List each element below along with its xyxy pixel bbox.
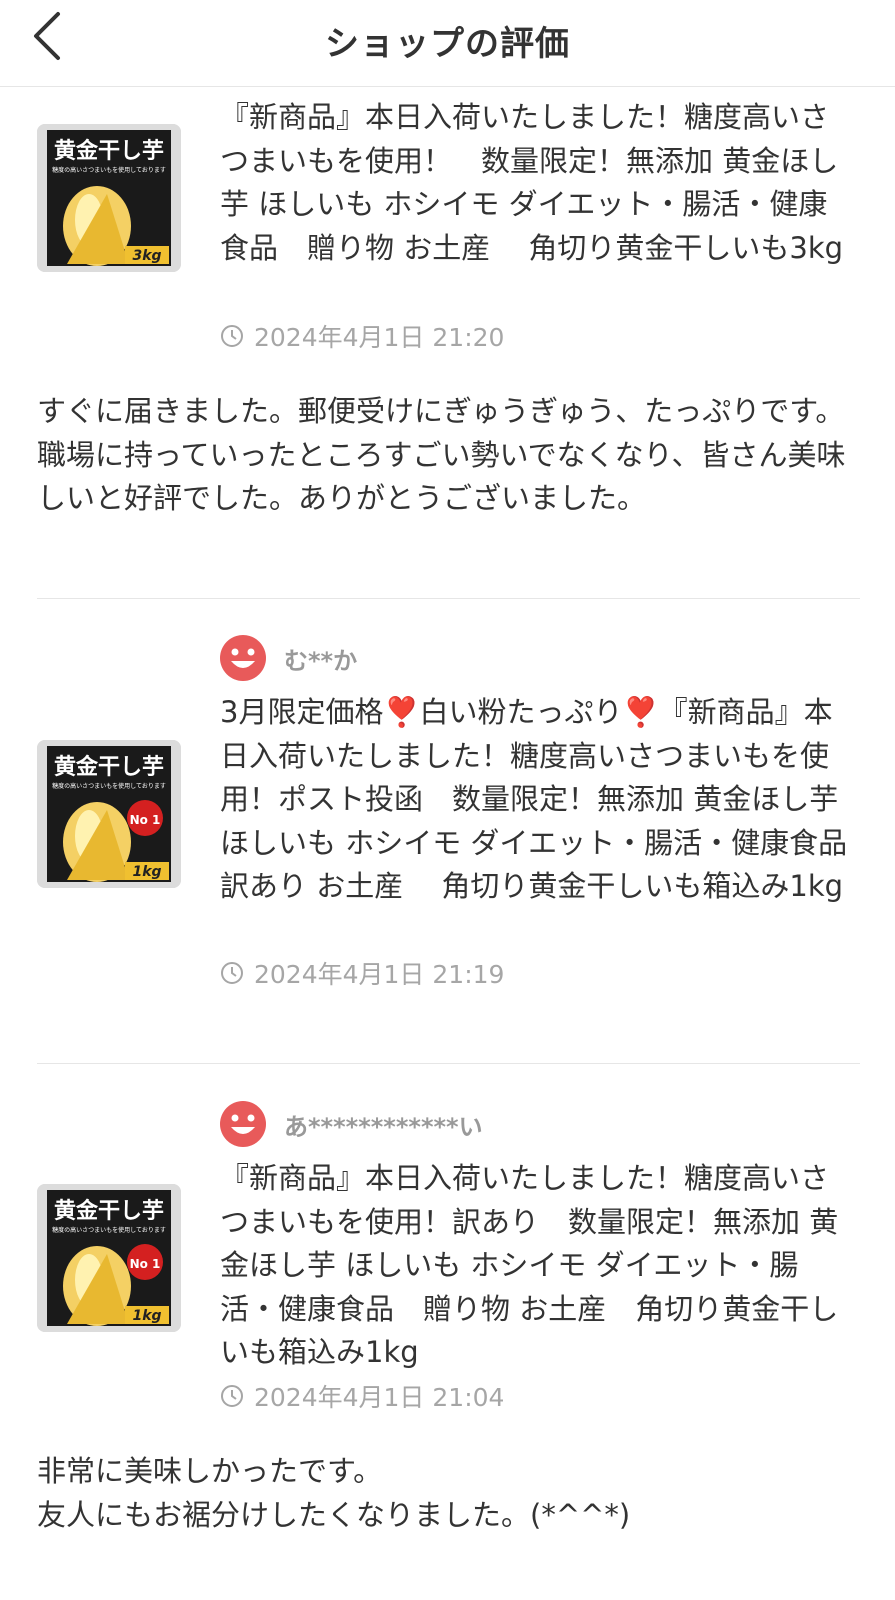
divider bbox=[37, 598, 860, 599]
review-date: 2024年4月1日 21:20 bbox=[220, 318, 504, 354]
svg-text:黄金干し芋: 黄金干し芋 bbox=[54, 1198, 164, 1224]
svg-text:糖度の高いさつまいもを使用しております: 糖度の高いさつまいもを使用しております bbox=[52, 782, 166, 790]
clock-icon bbox=[221, 325, 243, 347]
product-title[interactable]: 『新商品』本日入荷いたしました！糖度高いさつまいもを使用！訳あり 数量限定！無添… bbox=[220, 1157, 855, 1375]
review-comment: すぐに届きました。郵便受けにぎゅうぎゅう、たっぷりです。 職場に持っていったとこ… bbox=[37, 390, 862, 521]
product-image: 黄金干し芋 糖度の高いさつまいもを使用しております No 1 1kg bbox=[37, 740, 181, 888]
smiley-avatar-icon bbox=[220, 1101, 266, 1147]
reviewer: む**か bbox=[220, 634, 357, 682]
review-date: 2024年4月1日 21:04 bbox=[220, 1378, 504, 1414]
clock-icon bbox=[221, 1385, 243, 1407]
product-title[interactable]: 3月限定価格❣️白い粉たっぷり❣️『新商品』本日入荷いたしました！糖度高いさつま… bbox=[220, 691, 876, 909]
divider bbox=[37, 1063, 860, 1064]
product-title[interactable]: 『新商品』本日入荷いたしました！糖度高いさつまいもを使用！ 数量限定！無添加 黄… bbox=[220, 96, 855, 270]
review-date-text: 2024年4月1日 21:19 bbox=[254, 960, 505, 989]
review-date-text: 2024年4月1日 21:20 bbox=[254, 323, 505, 352]
svg-text:1kg: 1kg bbox=[132, 1308, 161, 1324]
product-thumbnail[interactable]: 黄金干し芋 糖度の高いさつまいもを使用しております No 1 1kg bbox=[37, 1184, 181, 1332]
svg-text:No 1: No 1 bbox=[130, 813, 161, 827]
top-bar: ショップの評価 bbox=[0, 0, 895, 87]
svg-text:3kg: 3kg bbox=[132, 248, 161, 264]
smiley-avatar-icon bbox=[220, 635, 266, 681]
product-thumbnail[interactable]: 黄金干し芋 糖度の高いさつまいもを使用しております No 1 1kg bbox=[37, 740, 181, 888]
page-title: ショップの評価 bbox=[325, 24, 570, 64]
review-comment-line: 非常に美味しかったです。 bbox=[37, 1454, 383, 1488]
svg-text:黄金干し芋: 黄金干し芋 bbox=[54, 754, 164, 780]
reviewer: あ************い bbox=[220, 1100, 483, 1148]
svg-text:糖度の高いさつまいもを使用しております: 糖度の高いさつまいもを使用しております bbox=[52, 166, 166, 174]
review-date: 2024年4月1日 21:19 bbox=[220, 955, 504, 991]
svg-text:No 1: No 1 bbox=[130, 1257, 161, 1271]
clock-icon bbox=[221, 962, 243, 984]
product-image: 黄金干し芋 糖度の高いさつまいもを使用しております No 1 1kg bbox=[37, 1184, 181, 1332]
svg-text:黄金干し芋: 黄金干し芋 bbox=[54, 138, 164, 164]
review-comment: 非常に美味しかったです。 友人にもお裾分けしたくなりました。(*^^*) bbox=[37, 1450, 862, 1537]
product-thumbnail[interactable]: 黄金干し芋 糖度の高いさつまいもを使用しております 3kg bbox=[37, 124, 181, 272]
reviewer-name: む**か bbox=[284, 646, 358, 675]
product-image: 黄金干し芋 糖度の高いさつまいもを使用しております 3kg bbox=[37, 124, 181, 272]
reviewer-name: あ************い bbox=[284, 1112, 483, 1141]
review-comment-line: 職場に持っていったところすごい勢いでなくなり、皆さん美味しいと好評でした。ありが… bbox=[37, 437, 846, 516]
review-comment-line: すぐに届きました。郵便受けにぎゅうぎゅう、たっぷりです。 bbox=[37, 394, 845, 428]
review-comment-line: 友人にもお裾分けしたくなりました。(*^^*) bbox=[37, 1497, 631, 1532]
svg-text:糖度の高いさつまいもを使用しております: 糖度の高いさつまいもを使用しております bbox=[52, 1226, 166, 1234]
svg-text:1kg: 1kg bbox=[132, 864, 161, 880]
review-date-text: 2024年4月1日 21:04 bbox=[254, 1383, 505, 1412]
